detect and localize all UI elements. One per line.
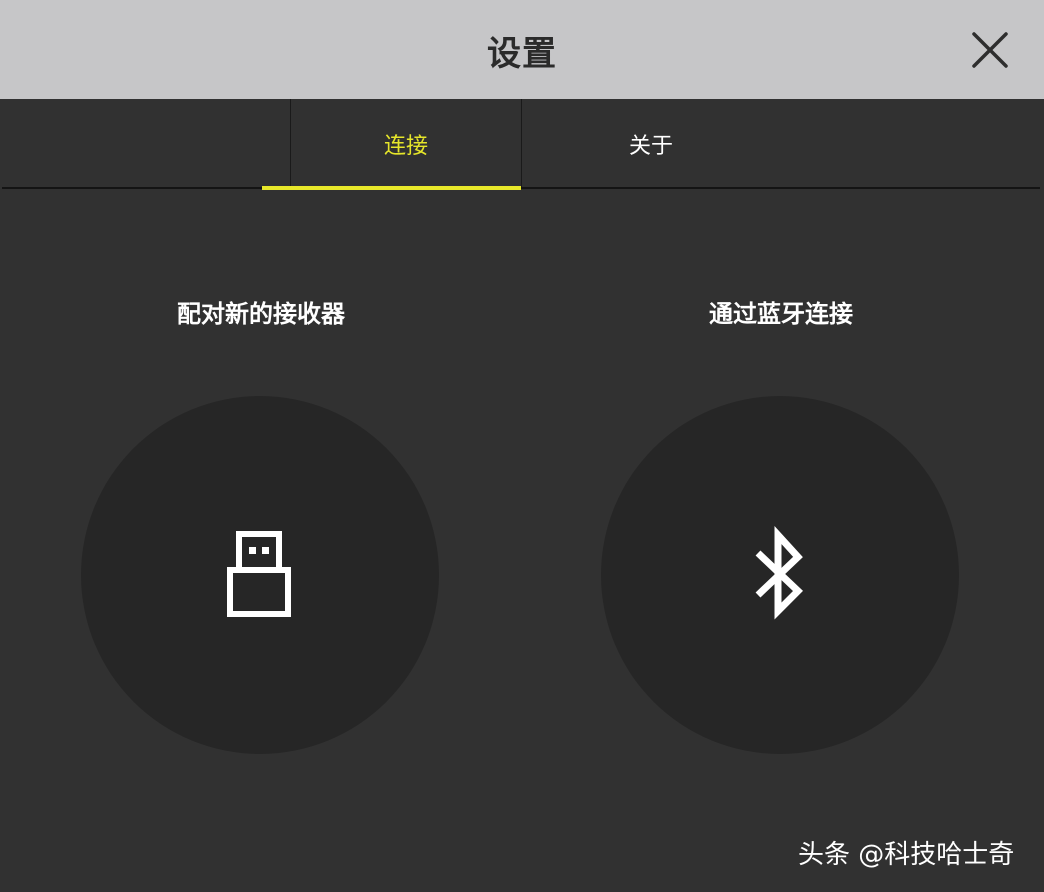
bluetooth-icon [755, 525, 804, 620]
bluetooth-button[interactable] [601, 396, 959, 754]
tab-about[interactable]: 关于 [536, 99, 766, 189]
bluetooth-option: 通过蓝牙连接 [601, 290, 961, 754]
watermark-text: 头条 @科技哈士奇 [798, 840, 1015, 870]
pair-receiver-option: 配对新的接收器 [81, 290, 441, 754]
tab-connect[interactable]: 连接 [290, 99, 522, 189]
active-tab-indicator [262, 186, 521, 190]
bluetooth-label: 通过蓝牙连接 [709, 300, 853, 328]
dialog-title: 设置 [487, 34, 557, 74]
pair-receiver-label: 配对新的接收器 [177, 300, 345, 328]
close-button[interactable] [964, 24, 1016, 76]
usb-receiver-icon [227, 531, 291, 617]
settings-dialog: 设置 连接 关于 配对新的接收器 通过蓝牙连接 头条 @科技哈士奇 [0, 0, 1044, 892]
close-icon [972, 32, 1008, 68]
tab-bar-divider [2, 187, 1040, 189]
title-bar: 设置 [0, 0, 1044, 99]
tab-bar: 连接 关于 [0, 99, 1044, 191]
pair-receiver-button[interactable] [81, 396, 439, 754]
